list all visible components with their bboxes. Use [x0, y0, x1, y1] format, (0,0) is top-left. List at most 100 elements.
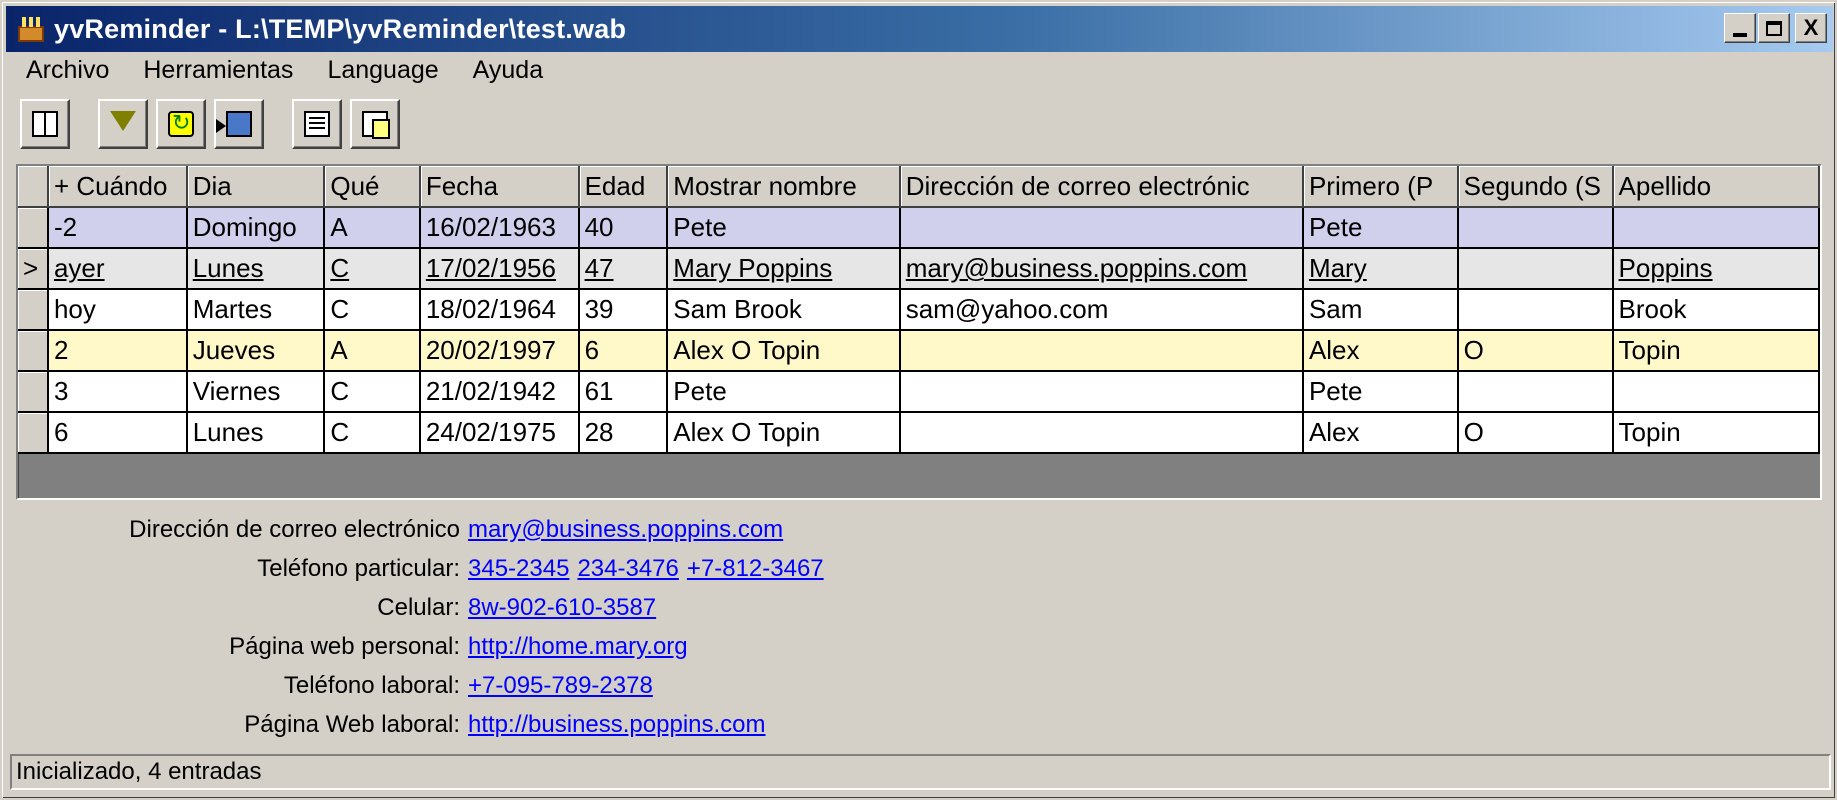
detail-home-phone-link[interactable]: 345-2345 — [468, 555, 569, 583]
cell-primero[interactable]: Mary — [1302, 248, 1459, 290]
title-bar[interactable]: yvReminder - L:\TEMP\yvReminder\test.wab… — [6, 6, 1833, 52]
column-header-mostrar-nombre[interactable]: Mostrar nombre — [667, 166, 901, 208]
cell-correo[interactable]: sam@yahoo.com — [899, 289, 1304, 331]
cell-que[interactable]: C — [324, 371, 421, 413]
column-header-que[interactable]: Qué — [324, 166, 421, 208]
cell-mostrar-nombre[interactable]: Pete — [667, 371, 901, 413]
table-row[interactable]: 3 Viernes C 21/02/1942 61 Pete Pete — [18, 371, 1821, 413]
cell-que[interactable]: C — [324, 289, 421, 331]
cell-cuando[interactable]: 6 — [47, 412, 188, 454]
table-row[interactable]: 6 Lunes C 24/02/1975 28 Alex O Topin Ale… — [18, 412, 1821, 454]
cell-edad[interactable]: 6 — [578, 330, 669, 372]
cell-primero[interactable]: Pete — [1302, 207, 1459, 249]
cell-fecha[interactable]: 18/02/1964 — [419, 289, 580, 331]
cell-segundo[interactable] — [1457, 371, 1614, 413]
column-header-segundo[interactable]: Segundo (S — [1457, 166, 1614, 208]
cell-apellido[interactable]: Poppins — [1612, 248, 1821, 290]
cell-segundo[interactable] — [1457, 248, 1614, 290]
cell-primero[interactable]: Pete — [1302, 371, 1459, 413]
row-indicator[interactable] — [18, 412, 49, 454]
cell-cuando[interactable]: 2 — [47, 330, 188, 372]
maximize-button[interactable] — [1758, 13, 1790, 43]
cell-correo[interactable] — [899, 412, 1304, 454]
cell-que[interactable]: A — [324, 330, 421, 372]
column-header-correo[interactable]: Dirección de correo electrónic — [899, 166, 1304, 208]
cell-que[interactable]: A — [324, 207, 421, 249]
cell-apellido[interactable] — [1612, 207, 1821, 249]
row-indicator[interactable] — [18, 207, 49, 249]
cell-fecha[interactable]: 17/02/1956 — [419, 248, 580, 290]
cell-fecha[interactable]: 21/02/1942 — [419, 371, 580, 413]
cell-segundo[interactable]: O — [1457, 330, 1614, 372]
cell-mostrar-nombre[interactable]: Mary Poppins — [667, 248, 901, 290]
column-header-primero[interactable]: Primero (P — [1302, 166, 1459, 208]
menu-archivo[interactable]: Archivo — [12, 56, 123, 85]
refresh-button[interactable] — [156, 99, 206, 149]
cell-cuando[interactable]: 3 — [47, 371, 188, 413]
cell-cuando[interactable]: -2 — [47, 207, 188, 249]
cell-segundo[interactable]: O — [1457, 412, 1614, 454]
cell-edad[interactable]: 47 — [578, 248, 669, 290]
cell-correo[interactable] — [899, 207, 1304, 249]
cell-dia[interactable]: Jueves — [186, 330, 326, 372]
detail-work-phone-link[interactable]: +7-095-789-2378 — [468, 672, 653, 700]
address-book-button[interactable] — [20, 99, 70, 149]
detail-work-web-link[interactable]: http://business.poppins.com — [468, 711, 766, 739]
cell-fecha[interactable]: 24/02/1975 — [419, 412, 580, 454]
cell-dia[interactable]: Martes — [186, 289, 326, 331]
export-button[interactable] — [214, 99, 264, 149]
cell-primero[interactable]: Alex — [1302, 330, 1459, 372]
close-button[interactable]: X — [1795, 13, 1827, 43]
menu-ayuda[interactable]: Ayuda — [459, 56, 557, 85]
cell-edad[interactable]: 28 — [578, 412, 669, 454]
menu-herramientas[interactable]: Herramientas — [129, 56, 307, 85]
table-row[interactable]: 2 Jueves A 20/02/1997 6 Alex O Topin Ale… — [18, 330, 1821, 372]
column-header-fecha[interactable]: Fecha — [419, 166, 580, 208]
cell-fecha[interactable]: 16/02/1963 — [419, 207, 580, 249]
cell-apellido[interactable]: Topin — [1612, 330, 1821, 372]
column-header-edad[interactable]: Edad — [578, 166, 669, 208]
detail-home-phone-link[interactable]: 234-3476 — [577, 555, 678, 583]
cell-edad[interactable]: 40 — [578, 207, 669, 249]
detail-personal-web-link[interactable]: http://home.mary.org — [468, 633, 688, 661]
detail-email-link[interactable]: mary@business.poppins.com — [468, 516, 783, 544]
table-row[interactable]: -2 Domingo A 16/02/1963 40 Pete Pete — [18, 207, 1821, 249]
cell-primero[interactable]: Sam — [1302, 289, 1459, 331]
properties-button[interactable] — [292, 99, 342, 149]
cell-fecha[interactable]: 20/02/1997 — [419, 330, 580, 372]
row-indicator[interactable] — [18, 330, 49, 372]
cell-correo[interactable] — [899, 371, 1304, 413]
cell-segundo[interactable] — [1457, 289, 1614, 331]
menu-language[interactable]: Language — [313, 56, 452, 85]
cell-correo[interactable] — [899, 330, 1304, 372]
cell-que[interactable]: C — [324, 412, 421, 454]
cell-mostrar-nombre[interactable]: Pete — [667, 207, 901, 249]
column-header-apellido[interactable]: Apellido — [1612, 166, 1821, 208]
column-header-cuando[interactable]: + Cuándo — [47, 166, 188, 208]
cell-dia[interactable]: Domingo — [186, 207, 326, 249]
cell-primero[interactable]: Alex — [1302, 412, 1459, 454]
filter-edit-button[interactable] — [98, 99, 148, 149]
row-indicator-current[interactable]: > — [18, 248, 49, 290]
reminder-grid[interactable]: + Cuándo Dia Qué Fecha Edad Mostrar nomb… — [16, 164, 1822, 500]
cell-mostrar-nombre[interactable]: Alex O Topin — [667, 330, 901, 372]
cell-edad[interactable]: 39 — [578, 289, 669, 331]
row-indicator[interactable] — [18, 371, 49, 413]
cell-cuando[interactable]: hoy — [47, 289, 188, 331]
cell-que[interactable]: C — [324, 248, 421, 290]
cell-dia[interactable]: Viernes — [186, 371, 326, 413]
cell-apellido[interactable] — [1612, 371, 1821, 413]
cell-apellido[interactable]: Brook — [1612, 289, 1821, 331]
row-indicator[interactable] — [18, 289, 49, 331]
minimize-button[interactable] — [1724, 13, 1756, 43]
cell-dia[interactable]: Lunes — [186, 412, 326, 454]
cell-mostrar-nombre[interactable]: Alex O Topin — [667, 412, 901, 454]
cell-apellido[interactable]: Topin — [1612, 412, 1821, 454]
copy-button[interactable] — [350, 99, 400, 149]
cell-correo[interactable]: mary@business.poppins.com — [899, 248, 1304, 290]
column-header-dia[interactable]: Dia — [186, 166, 326, 208]
cell-dia[interactable]: Lunes — [186, 248, 326, 290]
cell-segundo[interactable] — [1457, 207, 1614, 249]
detail-home-phone-link[interactable]: +7-812-3467 — [687, 555, 824, 583]
table-row-selected[interactable]: > ayer Lunes C 17/02/1956 47 Mary Poppin… — [18, 248, 1821, 290]
